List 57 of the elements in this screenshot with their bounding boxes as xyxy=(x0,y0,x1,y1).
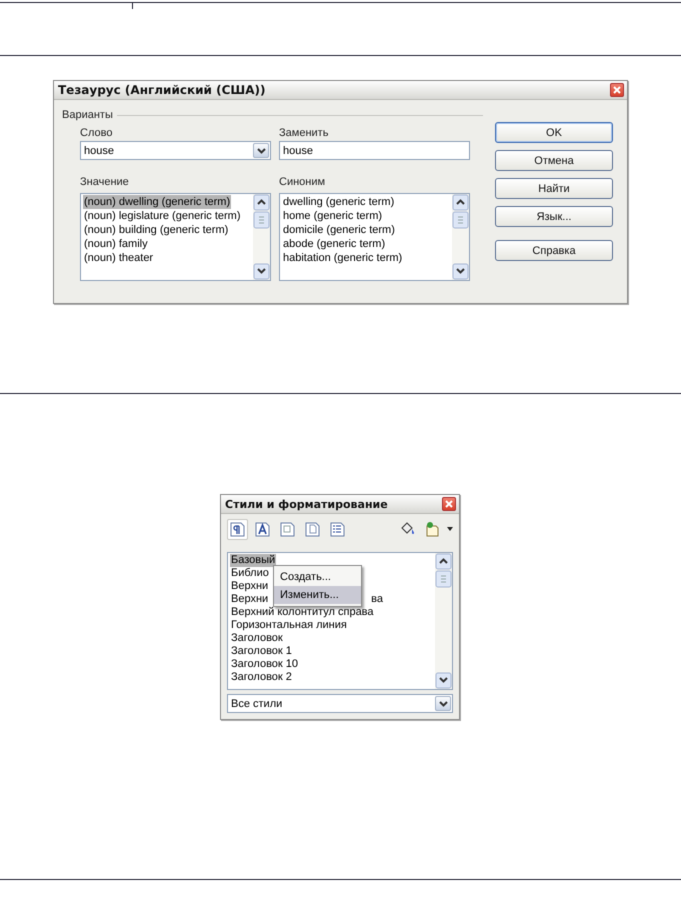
list-item[interactable]: (noun) theater xyxy=(83,251,154,265)
list-item[interactable]: domicile (generic term) xyxy=(282,223,396,237)
replace-field[interactable]: house xyxy=(279,141,470,160)
style-family-button[interactable] xyxy=(227,518,248,540)
list-item[interactable]: Заголовок 1 xyxy=(230,645,293,658)
dialog-title: Тезаурус (Английский (США)) xyxy=(58,83,266,97)
window-title: Стили и форматирование xyxy=(225,498,388,510)
dialog-button[interactable]: Отмена xyxy=(495,150,613,171)
field-label: Заменить xyxy=(279,127,330,139)
close-icon xyxy=(445,500,453,508)
list-item[interactable]: (noun) legislature (generic term) xyxy=(83,209,242,223)
list-item[interactable]: (noun) building (generic term) xyxy=(83,223,230,237)
list-item[interactable]: dwelling (generic term) xyxy=(282,195,396,209)
caret-icon[interactable] xyxy=(447,527,453,531)
page-styles-icon xyxy=(304,520,321,538)
list-item[interactable]: Верхний колонтитул справа xyxy=(230,606,375,619)
close-button[interactable] xyxy=(610,83,624,97)
list-item[interactable]: home (generic term) xyxy=(282,209,384,223)
list-item[interactable]: Заголовок 2 xyxy=(230,671,293,684)
dialog-button[interactable]: Справка xyxy=(495,240,613,261)
list-item[interactable]: (noun) family xyxy=(83,237,149,251)
list-item-fragment: ва xyxy=(371,593,384,606)
list-item[interactable]: Заголовок xyxy=(230,632,284,645)
dropdown-button[interactable] xyxy=(435,696,451,711)
dialog-button[interactable]: OK xyxy=(495,122,613,143)
list-item[interactable]: Верхни xyxy=(230,580,270,593)
list-item[interactable]: Верхни xyxy=(230,593,270,606)
scrollbar[interactable] xyxy=(253,194,270,280)
list-item[interactable]: Базовый xyxy=(230,554,276,567)
new-style-icon xyxy=(424,520,441,538)
chevron-down-icon xyxy=(438,700,448,706)
chevron-down-icon xyxy=(256,148,266,154)
dialog-button[interactable]: Найти xyxy=(495,178,613,199)
field-label: Слово xyxy=(80,127,114,139)
list-item[interactable]: Библио xyxy=(230,567,270,580)
paragraph-styles-icon xyxy=(229,520,246,538)
character-styles-icon xyxy=(254,520,271,538)
dropdown-button[interactable] xyxy=(253,143,269,158)
list-item[interactable]: Горизонтальная линия xyxy=(230,619,348,632)
word-combobox[interactable]: house xyxy=(80,141,271,160)
list-label: Значение xyxy=(80,176,130,188)
filter-combobox[interactable]: Все стили xyxy=(227,694,453,713)
group-label: Варианты xyxy=(62,109,113,121)
list-item[interactable]: (noun) dwelling (generic term) xyxy=(83,195,232,209)
list-styles-icon xyxy=(329,520,346,538)
list-label: Синоним xyxy=(279,176,326,188)
menu-item[interactable]: Изменить... xyxy=(274,586,361,604)
close-icon xyxy=(613,86,621,94)
scrollbar[interactable] xyxy=(435,553,452,689)
frame-styles-icon xyxy=(279,520,296,538)
list-item[interactable]: abode (generic term) xyxy=(282,237,386,251)
menu-item[interactable]: Создать... xyxy=(274,568,361,586)
scrollbar[interactable] xyxy=(452,194,469,280)
close-button[interactable] xyxy=(442,497,456,511)
list-item[interactable]: habitation (generic term) xyxy=(282,251,404,265)
list-item[interactable]: Заголовок 10 xyxy=(230,658,300,671)
dialog-button[interactable]: Язык... xyxy=(495,206,613,227)
